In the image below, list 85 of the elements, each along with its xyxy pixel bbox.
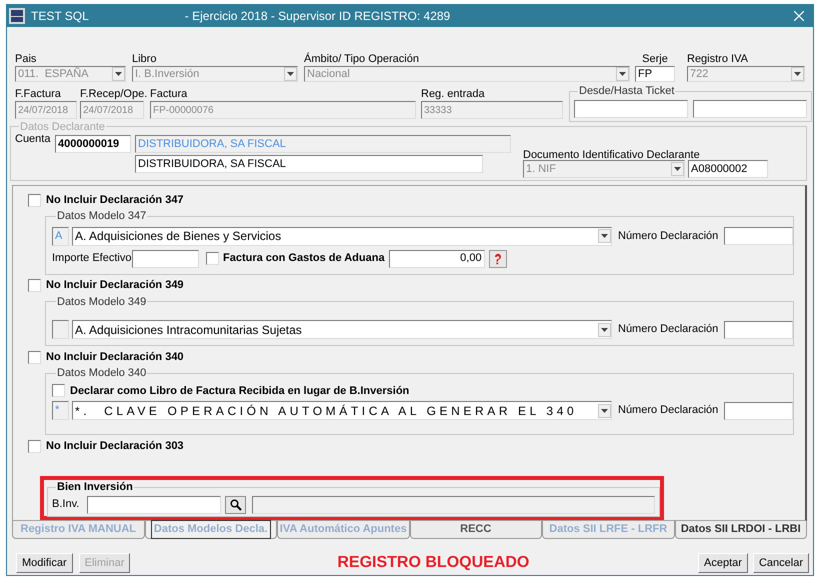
- field-label: Serje: [642, 53, 668, 66]
- caret-icon: [601, 408, 608, 412]
- group-title: Datos Modelo 340: [56, 366, 148, 381]
- field-label: Documento Identificativo Declarante: [523, 148, 701, 160]
- dropdown-field[interactable]: *. CLAVE OPERACIÓN AUTOMÁTICA AL GENERAR EL 340: [72, 401, 612, 420]
- text-field[interactable]: [693, 100, 807, 118]
- text-field[interactable]: 0,00: [388, 250, 485, 268]
- dropdown-button[interactable]: [598, 229, 611, 243]
- group-title: Datos Modelo 347: [56, 209, 148, 224]
- checkbox[interactable]: [28, 350, 41, 364]
- text-field[interactable]: A08000002: [688, 160, 768, 178]
- tab[interactable]: Datos Modelos Decla.: [144, 521, 277, 539]
- tab[interactable]: IVA Automático Apuntes: [277, 521, 410, 539]
- checkbox[interactable]: [28, 440, 41, 452]
- field-label: Registro IVA: [687, 53, 749, 66]
- text-field[interactable]: [87, 496, 221, 514]
- text-field[interactable]: DISTRIBUIDORA, SA FISCAL: [135, 135, 511, 153]
- code-field[interactable]: *: [52, 401, 69, 420]
- field-label: Importe Efectivo: [52, 251, 132, 266]
- caret-icon: [287, 72, 294, 76]
- field-label: Ámbito/ Tipo Operación: [304, 53, 420, 66]
- close-icon: [794, 11, 804, 21]
- dialog-button[interactable]: Cancelar: [752, 553, 809, 573]
- field-label: F.Factura: [15, 88, 62, 101]
- text-field[interactable]: DISTRIBUIDORA, SA FISCAL: [135, 155, 483, 173]
- text-field[interactable]: [724, 320, 794, 338]
- status-text: REGISTRO BLOQUEADO: [337, 553, 530, 573]
- dropdown-button[interactable]: [671, 162, 684, 176]
- checkbox-label: No Incluir Declaración 349: [46, 278, 184, 294]
- help-button[interactable]: [488, 250, 507, 268]
- dialog-button[interactable]: Modificar: [16, 553, 73, 573]
- code-field[interactable]: A: [52, 226, 69, 246]
- dropdown-field[interactable]: 1. NIF: [523, 160, 685, 178]
- tab[interactable]: Registro IVA MANUAL: [12, 521, 144, 539]
- group-title: Datos Modelo 349: [56, 294, 148, 310]
- dropdown-button[interactable]: [598, 322, 611, 336]
- checkbox-label: Factura con Gastos de Aduana: [223, 251, 385, 266]
- field-label: B.Inv.: [52, 497, 80, 512]
- checkbox-label: No Incluir Declaración 347: [46, 192, 184, 208]
- checkbox[interactable]: [52, 384, 65, 398]
- field-label: Número Declaración: [618, 403, 718, 418]
- text-field[interactable]: [724, 227, 794, 245]
- field-label: Factura: [150, 88, 188, 101]
- search-button[interactable]: [225, 496, 246, 514]
- checkbox-label: Declarar como Libro de Factura Recibida en lugar de B.Inversión: [70, 384, 410, 398]
- caret-icon: [601, 234, 608, 238]
- search-icon: [230, 498, 242, 510]
- field-label: F.Recep/Ope.: [80, 88, 144, 101]
- checkbox-label: No Incluir Declaración 303: [46, 438, 184, 454]
- dialog-button[interactable]: Aceptar: [698, 553, 748, 573]
- group-title: Datos Declarante: [19, 120, 106, 134]
- text-field[interactable]: 4000000019: [55, 135, 131, 153]
- text-field[interactable]: [574, 100, 688, 118]
- caret-icon: [794, 72, 801, 76]
- text-field[interactable]: [132, 250, 199, 268]
- checkbox[interactable]: [28, 279, 41, 292]
- group-title: Bien Inversión: [56, 480, 134, 495]
- checkbox[interactable]: [28, 194, 41, 206]
- field-label: Reg. entrada: [421, 88, 486, 101]
- field-label: Pais: [15, 53, 38, 66]
- dropdown-field[interactable]: A. Adquisiciones Intracomunitarias Sujetas: [72, 320, 612, 339]
- caret-icon: [674, 167, 681, 171]
- field-label: Número Declaración: [618, 322, 718, 338]
- caret-icon: [619, 72, 626, 76]
- field-label: Número Declaración: [618, 228, 718, 244]
- group-title: Desde/Hasta Ticket: [578, 84, 676, 99]
- caret-icon: [115, 72, 122, 76]
- tab[interactable]: Datos SII LRDOI - LRBI: [674, 521, 807, 539]
- tab[interactable]: RECC: [410, 521, 542, 539]
- caret-icon: [601, 328, 608, 332]
- code-field[interactable]: [52, 320, 69, 339]
- tab[interactable]: Datos SII LRFE - LRFR: [542, 521, 674, 539]
- checkbox-label: No Incluir Declaración 340: [46, 350, 184, 365]
- text-field[interactable]: FP: [635, 66, 675, 82]
- text-field[interactable]: [724, 402, 794, 420]
- text-field[interactable]: [252, 496, 655, 514]
- checkbox[interactable]: [206, 252, 219, 265]
- dropdown-field[interactable]: A. Adquisiciones de Bienes y Servicios: [72, 226, 612, 246]
- window-subtitle: - Ejercicio 2018 - Supervisor ID REGISTRO: 4289: [184, 8, 452, 25]
- dropdown-button[interactable]: [598, 404, 611, 418]
- field-label: Libro: [132, 53, 158, 66]
- app-logo-icon: [9, 8, 25, 24]
- close-button[interactable]: [791, 8, 807, 24]
- field-label: Cuenta: [15, 132, 52, 147]
- window-title: TEST SQL: [31, 8, 89, 25]
